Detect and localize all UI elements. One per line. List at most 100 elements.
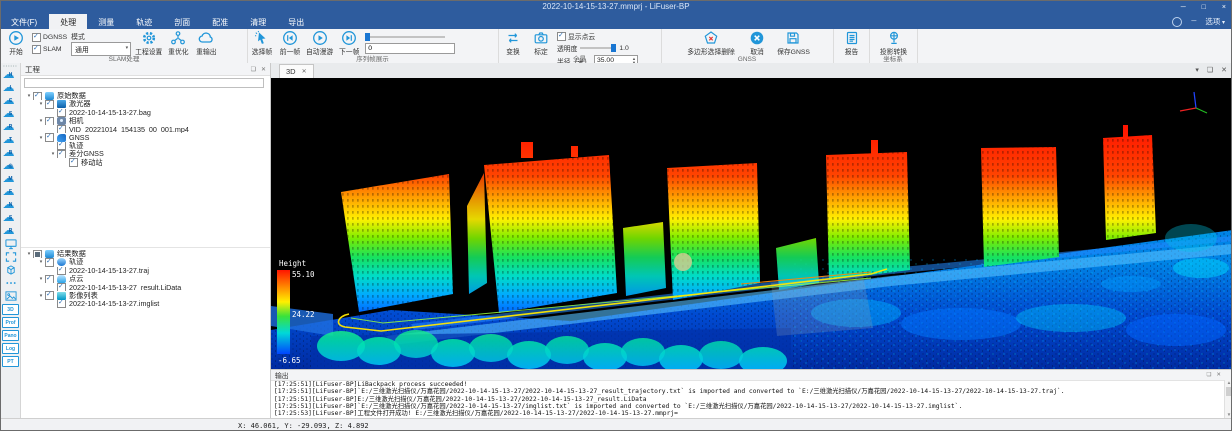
- close-panel-icon[interactable]: ✕: [1216, 372, 1221, 378]
- tree-item-laser[interactable]: 激光器: [21, 100, 270, 108]
- checkbox-icon[interactable]: [57, 150, 66, 158]
- display-icon[interactable]: [2, 237, 20, 250]
- expander-icon[interactable]: [25, 93, 33, 99]
- options-button[interactable]: 选项: [1205, 16, 1225, 27]
- expander-icon[interactable]: [37, 135, 45, 141]
- project-panel-title: 工程: [25, 64, 40, 75]
- project-filter-input[interactable]: [24, 78, 264, 88]
- point-cloud-canvas[interactable]: Height 55.10 24.22 -6.65: [271, 78, 1232, 369]
- file-menu[interactable]: 文件(F): [1, 14, 49, 29]
- polygon-select-delete-button[interactable]: 多边形选择删除: [685, 30, 737, 56]
- maximize-button[interactable]: □: [1202, 4, 1206, 11]
- checkbox-icon[interactable]: [45, 100, 54, 108]
- tab-3d-view[interactable]: 3D ✕: [279, 64, 314, 78]
- tree-item-result-root[interactable]: 结果数据: [21, 250, 270, 258]
- laser-icon: [57, 100, 66, 108]
- scroll-up-icon[interactable]: ▲: [1227, 380, 1231, 386]
- checkbox-icon[interactable]: [45, 117, 54, 125]
- view-profile-button[interactable]: Prof: [2, 317, 19, 328]
- help-icon[interactable]: [1172, 17, 1182, 27]
- more-icon[interactable]: [2, 276, 20, 289]
- tree-item-mp4-file[interactable]: VID_20221014_154135_00_001.mp4: [21, 125, 270, 133]
- tree-item-camera[interactable]: 相机: [21, 117, 270, 125]
- tab-registration[interactable]: 配准: [201, 14, 239, 29]
- slider-handle[interactable]: [365, 33, 370, 41]
- checkbox-icon[interactable]: [33, 250, 42, 258]
- close-panel-icon[interactable]: ✕: [1221, 66, 1227, 74]
- image-icon[interactable]: [2, 289, 20, 302]
- checkbox-icon[interactable]: [33, 92, 42, 100]
- checkbox-icon[interactable]: [45, 258, 54, 266]
- view-3d-button[interactable]: 3D: [2, 304, 19, 315]
- frame-slider[interactable]: [365, 36, 445, 38]
- view-log-button[interactable]: Log: [2, 343, 19, 354]
- close-tab-icon[interactable]: ✕: [302, 68, 307, 75]
- opacity-slider[interactable]: [580, 47, 616, 49]
- checkbox-icon[interactable]: [57, 109, 66, 117]
- dgnss-checkbox[interactable]: DGNSS: [32, 33, 67, 42]
- checkbox-icon[interactable]: [57, 283, 66, 291]
- save-gnss-button[interactable]: 保存GNSS: [777, 30, 810, 56]
- checkbox-icon[interactable]: [57, 300, 66, 308]
- output-scrollbar[interactable]: ▲ ▼: [1224, 380, 1232, 418]
- group-label-pano: 全景: [498, 53, 661, 63]
- tree-item-lidata-file[interactable]: 2022-10-14-15-13-27_result.LiData: [21, 283, 270, 291]
- previous-icon: [282, 30, 298, 46]
- report-button[interactable]: 报告: [840, 30, 864, 56]
- tab-measure[interactable]: 测量: [87, 14, 125, 29]
- expander-icon[interactable]: [25, 251, 33, 257]
- close-panel-icon[interactable]: ✕: [261, 66, 266, 73]
- float-panel-icon[interactable]: ❏: [1206, 372, 1211, 378]
- tab-process[interactable]: 处理: [49, 14, 87, 29]
- checkbox-icon[interactable]: [45, 133, 54, 141]
- group-label-coord: 坐标系: [869, 53, 917, 63]
- float-panel-icon[interactable]: ❏: [1207, 66, 1213, 74]
- view-pano-button[interactable]: Pano: [2, 330, 19, 341]
- float-panel-icon[interactable]: ❏: [251, 66, 256, 73]
- gear-icon: [141, 30, 157, 46]
- database-icon: [45, 250, 54, 258]
- expander-icon[interactable]: [37, 276, 45, 282]
- tree-item-pointcloud[interactable]: 点云: [21, 275, 270, 283]
- view-pt-button[interactable]: PT: [2, 356, 19, 367]
- tree-item-imglist-file[interactable]: 2022-10-14-15-13-27.imglist: [21, 300, 270, 308]
- tab-clean[interactable]: 清理: [239, 14, 277, 29]
- expander-icon[interactable]: [37, 101, 45, 107]
- wireframe-cube-icon[interactable]: [2, 263, 20, 276]
- dropdown-icon[interactable]: ▾: [1195, 66, 1199, 74]
- tree-item-image-list[interactable]: 影像列表: [21, 291, 270, 299]
- show-pointcloud-checkbox[interactable]: 显示点云: [557, 31, 638, 41]
- minimize-button[interactable]: ─: [1181, 4, 1186, 11]
- tree-item-bag-file[interactable]: 2022-10-14-15-13-27.bag: [21, 109, 270, 117]
- tab-profile[interactable]: 剖面: [163, 14, 201, 29]
- tab-export[interactable]: 导出: [277, 14, 315, 29]
- checkbox-icon[interactable]: [57, 125, 66, 133]
- tree-item-gnss[interactable]: GNSS: [21, 133, 270, 141]
- tree-item-raw-root[interactable]: 原始数据: [21, 92, 270, 100]
- checkbox-icon[interactable]: [69, 158, 78, 166]
- expander-icon[interactable]: [37, 293, 45, 299]
- slider-handle[interactable]: [611, 44, 616, 52]
- tree-item-track[interactable]: 轨迹: [21, 142, 270, 150]
- close-button[interactable]: ×: [1222, 4, 1226, 11]
- tree-item-rover[interactable]: 移动站: [21, 158, 270, 166]
- viewport-tab-bar: 3D ✕ ▾ ❏ ✕: [271, 63, 1232, 79]
- cloud-realtime-icon[interactable]: R: [2, 224, 20, 237]
- checkbox-icon[interactable]: [45, 291, 54, 299]
- fullscreen-icon[interactable]: [2, 250, 20, 263]
- tree-item-diff-gnss[interactable]: 差分GNSS: [21, 150, 270, 158]
- expander-icon[interactable]: [37, 259, 45, 265]
- tree-item-traj-file[interactable]: 2022-10-14-15-13-27.traj: [21, 267, 270, 275]
- checkbox-icon[interactable]: [57, 267, 66, 275]
- cursor-icon: [254, 30, 270, 46]
- tree-item-result-track[interactable]: 轨迹: [21, 258, 270, 266]
- tab-trajectory[interactable]: 轨迹: [125, 14, 163, 29]
- checkbox-icon[interactable]: [45, 275, 54, 283]
- expander-icon[interactable]: [49, 151, 57, 157]
- cancel-button[interactable]: 取消: [745, 30, 769, 56]
- checkbox-icon[interactable]: [57, 142, 66, 150]
- project-panel: 工程 ❏ ✕ 原始数据 激光器 2022-10-14-15-13-27.bag …: [21, 63, 271, 418]
- collapse-ribbon-icon[interactable]: ─: [1191, 18, 1196, 25]
- expander-icon[interactable]: [37, 118, 45, 124]
- scrollbar-thumb[interactable]: [1226, 387, 1232, 396]
